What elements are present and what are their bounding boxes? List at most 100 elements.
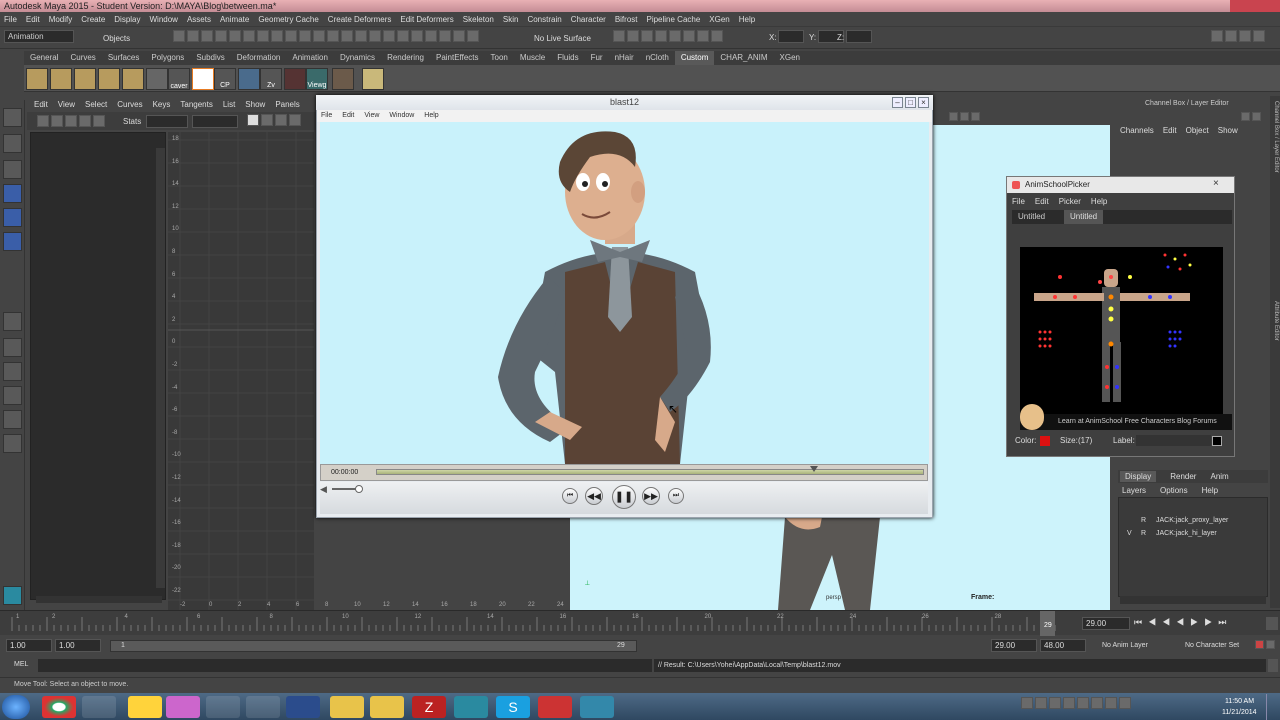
shelf-tab-toon[interactable]: Toon (485, 51, 514, 65)
skip-end-button[interactable]: ⏭ (668, 488, 684, 504)
show-desktop-button[interactable] (1266, 694, 1280, 720)
graph-menu-panels[interactable]: Panels (275, 100, 299, 109)
menu-edit[interactable]: Edit (26, 15, 40, 24)
panel-toggle-icons[interactable] (1210, 30, 1280, 44)
skype-icon[interactable]: S (496, 696, 530, 718)
picker-close-icon[interactable]: × (1213, 178, 1219, 189)
picker-menu-picker[interactable]: Picker (1059, 197, 1081, 206)
graph-menu-select[interactable]: Select (85, 100, 107, 109)
scrub-handle[interactable] (810, 466, 819, 472)
menu-constrain[interactable]: Constrain (527, 15, 561, 24)
layer-tab-render[interactable]: Render (1170, 472, 1196, 481)
shelf-tab-char-anim[interactable]: CHAR_ANIM (714, 51, 773, 65)
fast-forward-button[interactable]: ▶▶ (642, 487, 660, 505)
viewport-toolbar-icons[interactable] (948, 112, 1008, 122)
outliner-scrollbar[interactable] (156, 148, 165, 588)
shelf-tab-dynamics[interactable]: Dynamics (334, 51, 381, 65)
cp-shelf-button[interactable]: CP (214, 68, 236, 90)
shelf-tab-curves[interactable]: Curves (64, 51, 101, 65)
shelf-icon-2[interactable] (50, 68, 72, 90)
blast-menu-view[interactable]: View (364, 112, 379, 119)
picker-menu-help[interactable]: Help (1091, 197, 1107, 206)
command-input[interactable] (38, 659, 652, 672)
anim-prefs-icon[interactable] (1266, 617, 1278, 630)
tween-shelf-icon[interactable] (362, 68, 384, 90)
taskbar-app-14-icon[interactable] (580, 696, 614, 718)
shelf-tab-painteffects[interactable]: PaintEffects (430, 51, 485, 65)
picker-canvas[interactable] (1020, 247, 1223, 430)
character-set-selector[interactable]: No Character Set (1185, 642, 1239, 649)
layout-single-icon[interactable] (3, 312, 22, 331)
picker-menu-edit[interactable]: Edit (1035, 197, 1049, 206)
shelf-tab-nhair[interactable]: nHair (609, 51, 640, 65)
label-color-swatch[interactable] (1212, 436, 1222, 446)
shelf-tab-general[interactable]: General (24, 51, 64, 65)
graph-menu-edit[interactable]: Edit (34, 100, 48, 109)
menu-window[interactable]: Window (150, 15, 178, 24)
picker-links[interactable]: Learn at AnimSchool Free Characters Blog… (1020, 414, 1232, 430)
shelf-tab-rendering[interactable]: Rendering (381, 51, 430, 65)
window-controls[interactable] (1230, 0, 1280, 12)
menu-display[interactable]: Display (114, 15, 140, 24)
menu-modify[interactable]: Modify (49, 15, 73, 24)
layout-two-icon[interactable] (3, 362, 22, 381)
shelf-tab-muscle[interactable]: Muscle (514, 51, 551, 65)
paint-tool-icon[interactable] (3, 160, 22, 179)
graph-menu-view[interactable]: View (58, 100, 75, 109)
render-icons[interactable] (612, 30, 762, 44)
orange-shelf-icon[interactable] (192, 68, 214, 90)
minimize-button[interactable]: – (892, 97, 903, 108)
scrub-bar[interactable] (376, 469, 924, 475)
layer-row[interactable]: V R JACK:jack_hi_layer (1120, 528, 1268, 541)
layout-hypershade-icon[interactable] (3, 434, 22, 453)
shelf-icon-4[interactable] (98, 68, 120, 90)
shelf-tab-xgen[interactable]: XGen (774, 51, 806, 65)
taskbar-app-5-icon[interactable] (206, 696, 240, 718)
script-editor-icon[interactable] (1268, 659, 1278, 672)
face-shelf-icon[interactable] (332, 68, 354, 90)
shelf-tab-fur[interactable]: Fur (585, 51, 609, 65)
system-tray[interactable] (1020, 697, 1200, 717)
graph-area[interactable] (168, 132, 314, 610)
shelf-tab-surfaces[interactable]: Surfaces (102, 51, 146, 65)
blast-menu-file[interactable]: File (321, 112, 332, 119)
maximize-button[interactable]: □ (905, 97, 916, 108)
menu-assets[interactable]: Assets (187, 15, 211, 24)
shelf-icon-1[interactable] (26, 68, 48, 90)
taskbar-app-2-icon[interactable] (82, 696, 116, 718)
maya-taskbar-icon[interactable] (454, 696, 488, 718)
layer-tab-anim[interactable]: Anim (1210, 472, 1228, 481)
shelf-tab-animation[interactable]: Animation (286, 51, 334, 65)
lasso-tool-icon[interactable] (3, 134, 22, 153)
channel-menu-edit[interactable]: Edit (1163, 126, 1177, 135)
layer-menu-options[interactable]: Options (1160, 486, 1188, 495)
caver-shelf-button[interactable]: caver (168, 68, 190, 90)
taskbar-app-3-icon[interactable] (128, 696, 162, 718)
shelf-tab-custom[interactable]: Custom (674, 51, 715, 65)
pause-button[interactable]: ❚❚ (612, 485, 636, 509)
menu-help[interactable]: Help (739, 15, 755, 24)
shelf-tab-ncloth[interactable]: nCloth (640, 51, 675, 65)
menu-edit-deformers[interactable]: Edit Deformers (400, 15, 453, 24)
skip-start-button[interactable]: ⏮ (562, 488, 578, 504)
start-time-field[interactable]: 1.00 (6, 639, 52, 652)
shelf-icon-5[interactable] (122, 68, 144, 90)
graph-h-scrollbar[interactable] (36, 596, 162, 603)
shelf-tab-fluids[interactable]: Fluids (551, 51, 584, 65)
channel-menu-channels[interactable]: Channels (1120, 126, 1154, 135)
size-value[interactable]: (17) (1078, 436, 1092, 445)
picker-tab-1[interactable]: Untitled (1018, 212, 1045, 221)
layout-four-icon[interactable] (3, 338, 22, 357)
channel-menu-object[interactable]: Object (1186, 126, 1209, 135)
mode-selector[interactable]: Animation (4, 30, 74, 43)
graph-outliner[interactable] (30, 132, 166, 600)
scale-tool-icon[interactable] (3, 232, 22, 251)
taskbar-app-6-icon[interactable] (246, 696, 280, 718)
mel-label[interactable]: MEL (14, 661, 28, 668)
start-button-icon[interactable] (2, 695, 30, 719)
label-field[interactable] (1136, 435, 1211, 446)
menu-create-deformers[interactable]: Create Deformers (328, 15, 392, 24)
graph-menu-keys[interactable]: Keys (153, 100, 171, 109)
layer-row[interactable]: R JACK:jack_proxy_layer (1120, 515, 1268, 528)
graph-menu-list[interactable]: List (223, 100, 235, 109)
